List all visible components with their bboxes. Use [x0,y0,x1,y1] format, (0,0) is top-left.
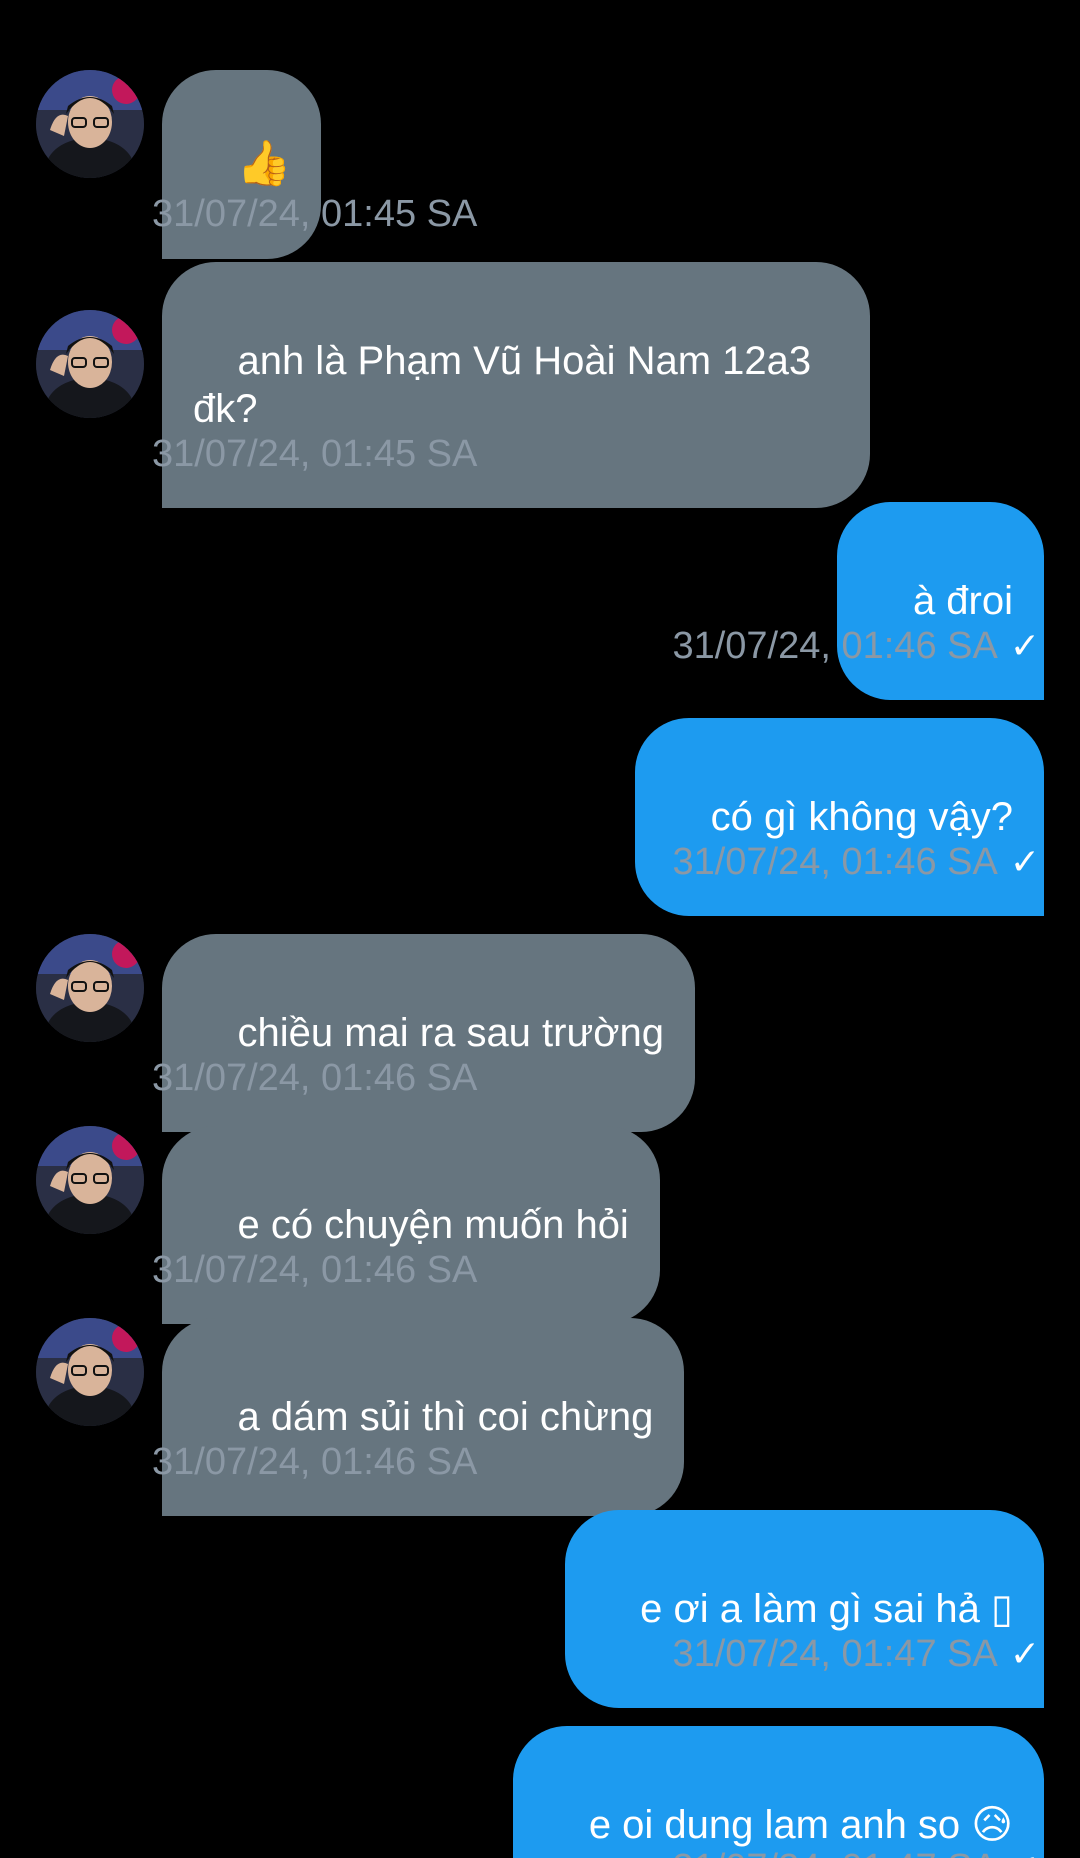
check-icon: ✓ [1009,1633,1040,1674]
avatar-icon [36,1126,144,1234]
message-timestamp: 31/07/24, 01:45 SA [152,433,478,475]
message-text: e ơi a làm gì sai hả ▯ [640,1587,1013,1631]
message-text: e có chuyện muốn hỏi [237,1203,629,1247]
message-timestamp: 31/07/24, 01:46 SA [152,1249,478,1291]
message-timestamp: 31/07/24, 01:46 SA ✓ [672,840,1040,884]
message-bubble-outgoing[interactable]: à đroi [837,502,1044,700]
avatar[interactable] [36,1318,144,1426]
check-icon: ✓ [1010,1846,1040,1858]
message-timestamp: 31/07/24, 01:47 SA ✓ [672,1846,1040,1858]
message-bubble-outgoing[interactable]: có gì không vậy? [635,718,1044,916]
message-bubble-outgoing[interactable]: e ơi a làm gì sai hả ▯ [564,1510,1044,1708]
avatar-icon [36,934,144,1042]
message-text: e oi dung lam anh so 😥 [588,1803,1013,1847]
message-text: anh là Phạm Vũ Hoài Nam 12a3 đk? [193,339,812,431]
message-timestamp: 31/07/24, 01:46 SA [152,1441,478,1483]
message-timestamp: 31/07/24, 01:46 SA [152,1057,478,1099]
avatar-icon [36,310,144,418]
check-icon: ✓ [1009,625,1040,666]
message-bubble-incoming[interactable]: e có chuyện muốn hỏi [162,1126,660,1324]
message-timestamp: 31/07/24, 01:45 SA [152,193,478,235]
chat-screen: 👍 31/07/24, 01:45 SA anh là Phạm Vũ Hoài… [0,0,1080,1858]
avatar[interactable] [36,1126,144,1234]
timestamp-text: 31/07/24, 01:47 SA [672,1846,997,1858]
message-text: có gì không vậy? [710,795,1013,839]
message-text: a dám sủi thì coi chừng [237,1395,654,1439]
message-text: à đroi [912,579,1013,623]
thumbs-up-emoji: 👍 [236,139,292,188]
timestamp-text: 31/07/24, 01:46 SA [672,841,998,883]
message-timestamp: 31/07/24, 01:47 SA ✓ [672,1632,1040,1676]
avatar[interactable] [36,310,144,418]
message-bubble-incoming[interactable]: a dám sủi thì coi chừng [162,1318,685,1516]
avatar-icon [36,70,144,178]
timestamp-text: 31/07/24, 01:47 SA [672,1633,998,1675]
avatar[interactable] [36,70,144,178]
avatar[interactable] [36,934,144,1042]
avatar-icon [36,1318,144,1426]
message-bubble-outgoing[interactable]: e oi dung lam anh so 😥 [513,1726,1044,1858]
timestamp-text: 31/07/24, 01:46 SA [672,625,998,667]
message-text: chiều mai ra sau trường [237,1011,664,1055]
message-bubble-incoming[interactable]: chiều mai ra sau trường [162,934,695,1132]
message-timestamp: 31/07/24, 01:46 SA ✓ [672,624,1040,668]
check-icon: ✓ [1009,841,1040,882]
